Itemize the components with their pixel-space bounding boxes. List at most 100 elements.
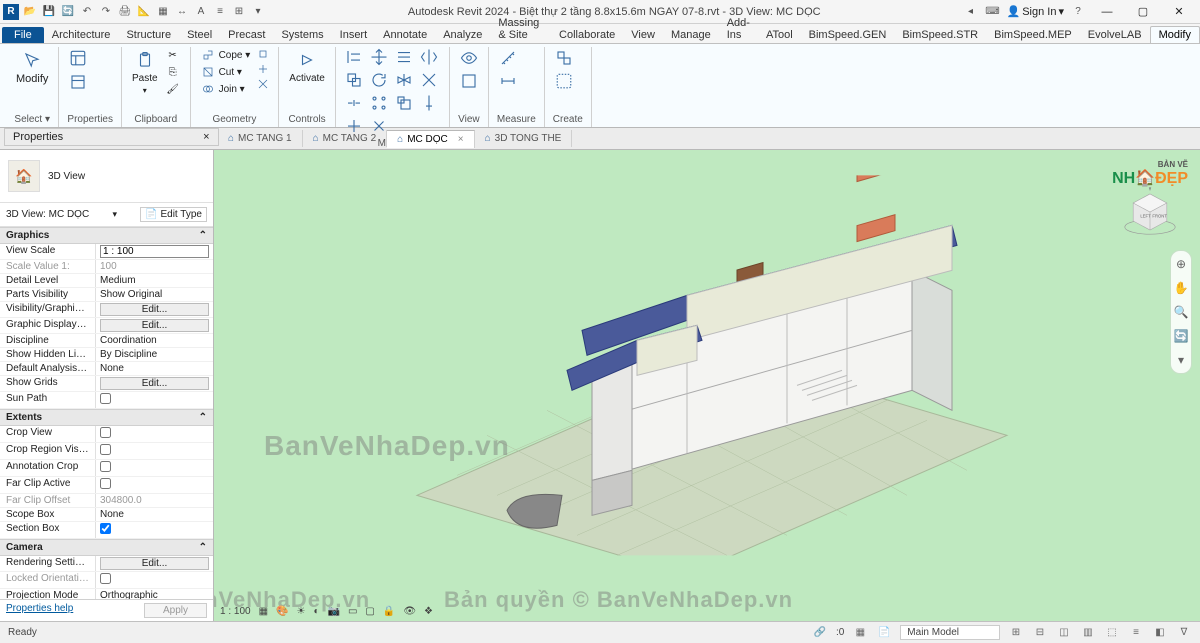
prop-annotation-crop[interactable]: Annotation Crop xyxy=(0,460,213,477)
close-tab-icon[interactable]: × xyxy=(458,134,464,145)
tab-view[interactable]: View xyxy=(623,27,663,43)
tag-icon[interactable]: A xyxy=(193,4,209,20)
join-button[interactable]: Join ▾ xyxy=(199,81,253,97)
scale-control[interactable]: 1 : 100 xyxy=(220,606,251,617)
filter-icon[interactable]: ∇ xyxy=(1176,627,1192,638)
render-icon[interactable]: 📷 xyxy=(328,606,340,617)
split-icon[interactable] xyxy=(344,93,364,113)
align-tool-icon[interactable] xyxy=(344,47,364,67)
save-icon[interactable]: 💾 xyxy=(41,4,57,20)
redo-icon[interactable]: ↷ xyxy=(98,4,114,20)
measure-icon[interactable]: 📐 xyxy=(136,4,152,20)
worksets-icon[interactable]: ▦ xyxy=(852,627,868,638)
prop-graphic-display[interactable]: Graphic Display Opt...Edit... xyxy=(0,318,213,334)
sync-icon[interactable]: 🔄 xyxy=(60,4,76,20)
tab-massing[interactable]: Massing & Site xyxy=(490,15,551,43)
tab-architecture[interactable]: Architecture xyxy=(44,27,119,43)
offset-tool-icon[interactable] xyxy=(394,47,414,67)
cut-geom-button[interactable]: Cut ▾ xyxy=(199,64,253,80)
drawing-canvas[interactable]: BẢN VẼ NH🏠ĐẸP LEFT FRONT ⊕ ✋ 🔍 🔄 ▾ xyxy=(214,150,1200,621)
prop-discipline[interactable]: DisciplineCoordination xyxy=(0,334,213,348)
beam-join-icon[interactable] xyxy=(256,62,270,76)
tab-systems[interactable]: Systems xyxy=(273,27,331,43)
match-button[interactable]: 🖌 xyxy=(164,81,182,97)
tab-atool[interactable]: ATool xyxy=(758,27,801,43)
viewtab-mc-tang-2[interactable]: ⌂MC TANG 2 xyxy=(303,130,388,147)
prop-sun-path[interactable]: Sun Path xyxy=(0,392,213,409)
view-scale-input[interactable] xyxy=(100,245,209,258)
scale-icon[interactable] xyxy=(394,93,414,113)
viewtab-3d-tong-the[interactable]: ⌂3D TONG THE xyxy=(475,130,573,147)
viewtab-mc-tang-1[interactable]: ⌂MC TANG 1 xyxy=(218,130,303,147)
prop-far-clip[interactable]: Far Clip Active xyxy=(0,477,213,494)
mirror-pick-icon[interactable] xyxy=(394,70,414,90)
prop-parts-visibility[interactable]: Parts VisibilityShow Original xyxy=(0,288,213,302)
anno-crop-checkbox[interactable] xyxy=(100,461,111,472)
tab-evolvelab[interactable]: EvolveLAB xyxy=(1080,27,1150,43)
orbit-icon[interactable]: 🔄 xyxy=(1174,329,1189,343)
tab-annotate[interactable]: Annotate xyxy=(375,27,435,43)
undo-icon[interactable]: ↶ xyxy=(79,4,95,20)
tab-steel[interactable]: Steel xyxy=(179,27,220,43)
paste-button[interactable]: Paste ▾ xyxy=(130,47,160,97)
prop-view-scale[interactable]: View Scale xyxy=(0,244,213,260)
category-extents[interactable]: Extents⌃ xyxy=(0,409,213,426)
dim-icon[interactable]: ↔ xyxy=(174,4,190,20)
hide-icon[interactable] xyxy=(458,47,480,69)
align-icon[interactable]: ▦ xyxy=(155,4,171,20)
cut-clipboard-button[interactable]: ✂ xyxy=(164,47,182,63)
override-icon[interactable] xyxy=(458,70,480,92)
wall-join-icon[interactable] xyxy=(256,47,270,61)
reveal-icon[interactable]: ❖ xyxy=(424,606,433,617)
visual-style-icon[interactable]: 🎨 xyxy=(276,606,288,617)
info-icon[interactable]: ◂ xyxy=(963,4,979,20)
maximize-button[interactable]: ▢ xyxy=(1128,2,1158,22)
prop-detail-level[interactable]: Detail LevelMedium xyxy=(0,274,213,288)
array-icon[interactable] xyxy=(369,93,389,113)
status-icon-5[interactable]: ⬚ xyxy=(1104,627,1120,638)
viewtab-mc-doc[interactable]: ⌂MC DỌC× xyxy=(387,130,474,148)
locked-orient-checkbox[interactable] xyxy=(100,573,111,584)
tab-manage[interactable]: Manage xyxy=(663,27,719,43)
temp-hide-icon[interactable]: 👁 xyxy=(403,606,416,617)
tab-collaborate[interactable]: Collaborate xyxy=(551,27,623,43)
sun-path-icon[interactable]: ☀ xyxy=(297,606,306,617)
view-cube[interactable]: LEFT FRONT xyxy=(1120,185,1180,245)
dimension-icon[interactable] xyxy=(497,70,519,92)
prop-show-grids[interactable]: Show GridsEdit... xyxy=(0,376,213,392)
help-icon[interactable]: ? xyxy=(1070,4,1086,20)
status-icon-6[interactable]: ≡ xyxy=(1128,627,1144,638)
lock-icon[interactable]: 🔒 xyxy=(383,606,395,617)
rotate-tool-icon[interactable] xyxy=(369,70,389,90)
create-similar-icon[interactable] xyxy=(553,47,575,69)
close-properties-icon[interactable]: × xyxy=(203,131,209,143)
minimize-button[interactable]: — xyxy=(1092,2,1122,22)
tab-addins[interactable]: Add-Ins xyxy=(719,15,758,43)
properties-palette-title[interactable]: Properties× xyxy=(4,128,219,146)
signin-button[interactable]: 👤Sign In▾ xyxy=(1007,5,1064,18)
status-icon-4[interactable]: ▥ xyxy=(1080,627,1096,638)
file-button[interactable]: File xyxy=(2,27,44,43)
editable-icon[interactable]: 📄 xyxy=(876,627,892,638)
status-icon-2[interactable]: ⊟ xyxy=(1032,627,1048,638)
prop-rendering[interactable]: Rendering SettingsEdit... xyxy=(0,556,213,572)
crop-view-checkbox[interactable] xyxy=(100,427,111,438)
copy-tool-icon[interactable] xyxy=(344,70,364,90)
main-model-selector[interactable]: Main Model xyxy=(900,625,1000,640)
apply-button[interactable]: Apply xyxy=(144,603,207,618)
open-icon[interactable]: 📂 xyxy=(22,4,38,20)
pin-icon[interactable] xyxy=(419,93,439,113)
properties-help-link[interactable]: Properties help xyxy=(6,603,73,618)
category-graphics[interactable]: Graphics⌃ xyxy=(0,227,213,244)
prop-scope-box[interactable]: Scope BoxNone xyxy=(0,508,213,522)
section-box-checkbox[interactable] xyxy=(100,523,111,534)
type-selector[interactable]: 🏠 3D View xyxy=(0,150,213,203)
tab-bimspeed-gen[interactable]: BimSpeed.GEN xyxy=(801,27,895,43)
tab-bimspeed-str[interactable]: BimSpeed.STR xyxy=(894,27,986,43)
zoom-icon[interactable]: 🔍 xyxy=(1174,305,1189,319)
tab-insert[interactable]: Insert xyxy=(332,27,376,43)
measure-tool-icon[interactable] xyxy=(497,47,519,69)
detail-level-icon[interactable]: ▦ xyxy=(259,606,268,617)
panel-select-label[interactable]: Select ▾ xyxy=(14,112,50,127)
modify-button[interactable]: Modify xyxy=(14,47,50,87)
